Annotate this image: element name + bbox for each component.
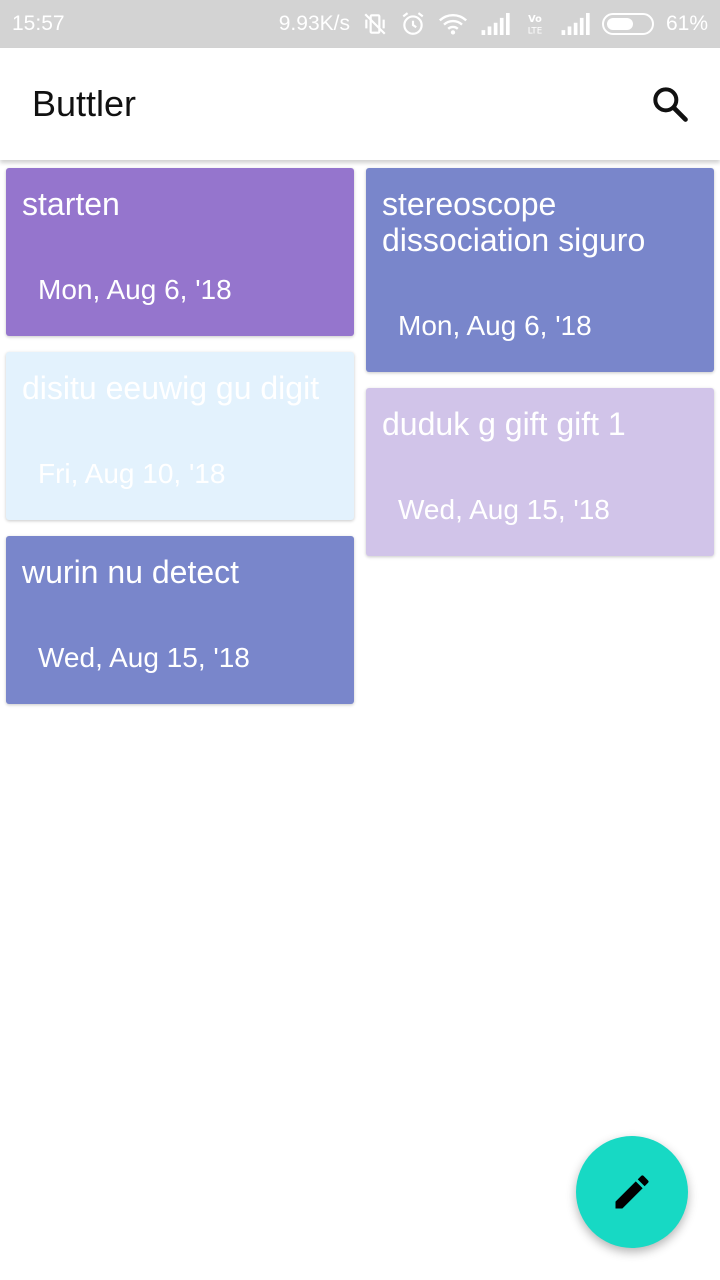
note-date: Wed, Aug 15, '18 bbox=[398, 494, 610, 525]
app-bar: Buttler bbox=[0, 48, 720, 160]
wifi-icon bbox=[438, 12, 468, 36]
note-title: starten bbox=[22, 186, 120, 222]
note-title: stereoscope dissociation siguro bbox=[382, 186, 646, 258]
volte-icon: Vo LTE bbox=[522, 12, 548, 36]
note-card[interactable]: disitu eeuwig gu digit Fri, Aug 10, '18 bbox=[6, 352, 354, 520]
note-title: disitu eeuwig gu digit bbox=[22, 370, 320, 406]
alarm-icon bbox=[400, 11, 426, 37]
svg-text:Vo: Vo bbox=[528, 14, 542, 25]
pencil-icon bbox=[615, 1175, 649, 1209]
status-bar: 15:57 9.93K/s Vo LTE 61% bbox=[0, 0, 720, 48]
note-card[interactable]: wurin nu detect Wed, Aug 15, '18 bbox=[6, 536, 354, 704]
battery-percent: 61% bbox=[665, 12, 708, 35]
note-title: duduk g gift gift 1 bbox=[382, 406, 626, 442]
note-card[interactable]: stereoscope dissociation siguro Mon, Aug … bbox=[366, 168, 714, 372]
new-note-button[interactable] bbox=[576, 1136, 688, 1248]
battery-icon bbox=[601, 13, 654, 35]
note-date: Wed, Aug 15, '18 bbox=[38, 642, 250, 673]
svg-text:LTE: LTE bbox=[528, 27, 542, 36]
status-time: 15:57 bbox=[12, 12, 65, 35]
note-date: Fri, Aug 10, '18 bbox=[38, 458, 226, 489]
note-date: Mon, Aug 6, '18 bbox=[38, 274, 232, 305]
note-date: Mon, Aug 6, '18 bbox=[398, 310, 592, 341]
signal-icon bbox=[560, 13, 590, 35]
signal-icon bbox=[480, 13, 510, 35]
note-card[interactable]: starten Mon, Aug 6, '18 bbox=[6, 168, 354, 336]
search-button[interactable] bbox=[646, 80, 694, 128]
app-title: Buttler bbox=[32, 83, 137, 124]
notes-column-right: stereoscope dissociation siguro Mon, Aug … bbox=[366, 168, 714, 572]
note-card[interactable]: duduk g gift gift 1 Wed, Aug 15, '18 bbox=[366, 388, 714, 556]
notes-column-left: starten Mon, Aug 6, '18 disitu eeuwig gu d… bbox=[6, 168, 354, 720]
network-speed: 9.93K/s bbox=[278, 12, 350, 35]
status-icons: 9.93K/s Vo LTE 61% bbox=[279, 11, 708, 37]
vibrate-off-icon bbox=[362, 11, 388, 37]
search-icon bbox=[653, 87, 688, 122]
note-title: wurin nu detect bbox=[22, 554, 240, 590]
